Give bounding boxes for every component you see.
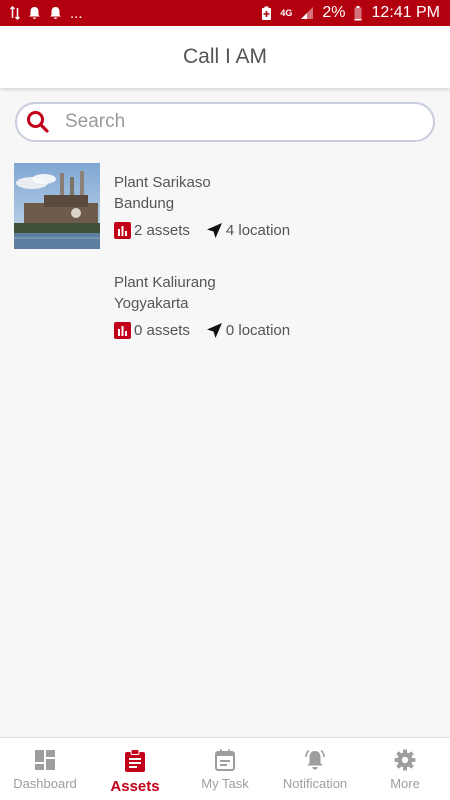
bell-notification-icon-2 [50,7,61,19]
tab-more-label: More [390,776,420,791]
tab-my-task[interactable]: My Task [180,738,270,800]
status-bar: ... 4G 2% 12:41 PM [0,0,450,26]
clipboard-icon [125,749,145,772]
plant-meta: 2 assets 4 location [114,222,306,239]
search-bar[interactable] [15,102,435,142]
plant-thumbnail [14,163,100,249]
plant-name: Plant Kaliurang [114,274,216,291]
battery-saver-icon [262,6,272,20]
list-item[interactable]: Plant Kaliurang Yogyakarta 0 assets 0 lo… [14,263,434,353]
bell-icon [305,749,325,770]
plant-city: Yogyakarta [114,295,189,312]
location-count-label: 0 location [225,322,291,339]
tab-assets-label: Assets [110,778,160,795]
bottom-navigation: Dashboard Assets My Task Notification Mo… [0,737,450,800]
asset-count-label: 0 assets [134,322,190,339]
location-count: 4 location [206,222,290,239]
tab-assets[interactable]: Assets [90,738,180,800]
plant-info: Plant Kaliurang Yogyakarta 0 assets 0 lo… [114,272,306,339]
gear-icon [394,749,416,771]
bar-chart-icon [114,322,131,339]
asset-count: 0 assets [114,322,190,339]
location-count: 0 location [206,322,290,339]
search-input[interactable] [65,111,395,133]
navigation-arrow-icon [206,223,222,238]
tab-notification-label: Notification [282,776,348,791]
asset-count: 2 assets [114,222,190,239]
status-left: ... [10,5,83,22]
battery-icon [354,5,362,20]
list-item[interactable]: Plant Sarikaso Bandung 2 assets 4 locati… [14,163,434,253]
plant-info: Plant Sarikaso Bandung 2 assets 4 locati… [114,172,306,239]
bar-chart-icon [114,222,131,239]
location-count-label: 4 location [225,222,291,239]
search-icon[interactable] [25,109,51,135]
page-title: Call I AM [182,45,268,68]
tab-my-task-label: My Task [201,776,249,791]
tab-dashboard-label: Dashboard [13,776,77,791]
battery-percentage: 2% [322,4,346,21]
tab-more[interactable]: More [360,738,450,800]
data-transfer-icon [10,6,20,20]
plant-meta: 0 assets 0 location [114,322,306,339]
navigation-arrow-icon [206,323,222,338]
tab-dashboard[interactable]: Dashboard [0,738,90,800]
dashboard-icon [35,750,55,770]
calendar-icon [215,749,235,771]
app-bar: Call I AM [0,26,450,88]
plant-city: Bandung [114,195,175,212]
asset-count-label: 2 assets [134,222,190,239]
status-right: 4G 2% 12:41 PM [261,4,440,22]
plant-name: Plant Sarikaso [114,174,211,191]
bell-notification-icon [29,7,40,19]
network-type-label: 4G [280,7,293,18]
status-overflow: ... [70,4,83,22]
signal-icon [301,7,314,19]
tab-notification[interactable]: Notification [270,738,360,800]
clock: 12:41 PM [371,4,440,21]
